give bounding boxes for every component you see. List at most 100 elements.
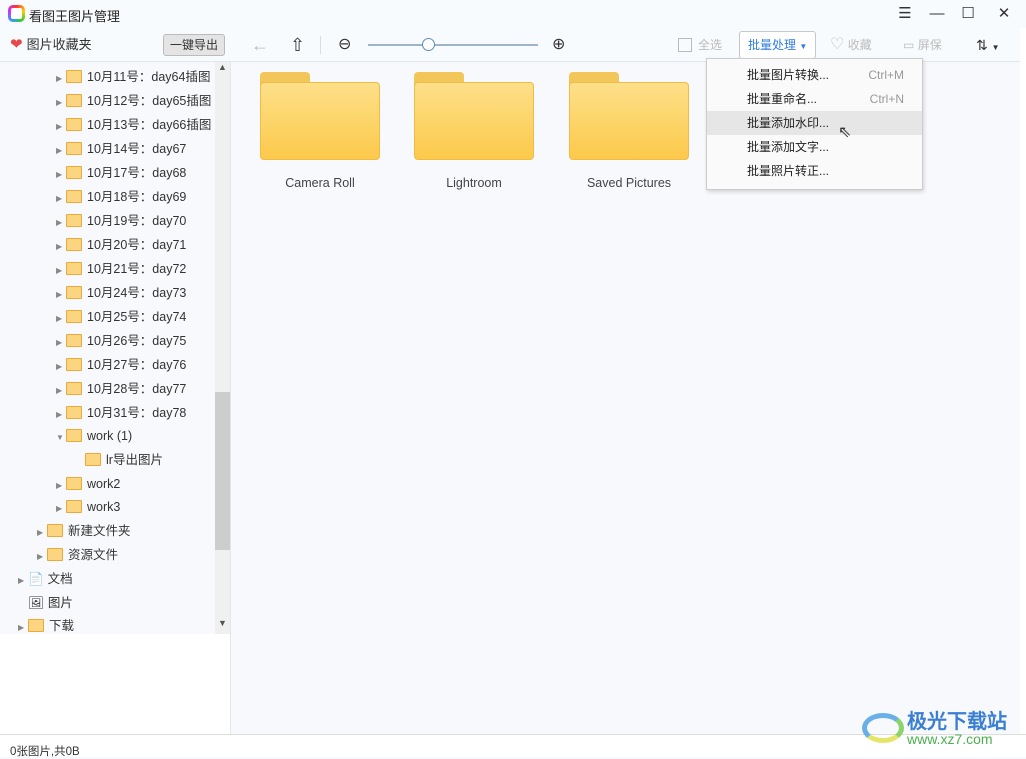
expand-arrow-icon[interactable]: ▶ [56, 140, 66, 162]
folder-icon [66, 406, 82, 419]
back-arrow-icon[interactable]: ← [251, 28, 269, 62]
expand-arrow-icon[interactable]: ▶ [37, 522, 47, 544]
favorites-button[interactable]: ❤ 图片收藏夹 [10, 28, 92, 62]
tree-node[interactable]: ▼ work (1) [56, 425, 132, 447]
tree-node[interactable]: ▶ 10月25号：day74 [56, 306, 186, 328]
menu-item[interactable]: 批量照片转正... [707, 159, 922, 183]
tree-node[interactable]: ▶ 10月11号：day64插图 [56, 66, 210, 88]
close-button[interactable]: ✕ [989, 2, 1019, 26]
tree-node-label: 10月31号：day78 [87, 406, 187, 420]
expand-arrow-icon[interactable]: ▶ [56, 332, 66, 354]
tree-node[interactable]: ▶ 10月18号：day69 [56, 186, 186, 208]
folder-tile[interactable]: Lightroom [412, 72, 536, 190]
tree-node[interactable]: ▶ 资源文件 [37, 544, 118, 566]
caret-down-icon: ▼ [991, 43, 1000, 52]
tree-node[interactable]: ▶ work3 [56, 496, 120, 518]
expand-arrow-icon[interactable]: ▶ [18, 617, 28, 634]
expand-arrow-icon[interactable]: ▶ [56, 284, 66, 306]
folder-icon [66, 382, 82, 395]
tree-node-label: 新建文件夹 [68, 524, 131, 539]
maximize-button[interactable]: ☐ [953, 2, 983, 26]
collect-label: 收藏 [847, 38, 872, 52]
select-all-label: 全选 [698, 38, 723, 52]
expand-arrow-icon[interactable]: ▶ [18, 570, 28, 592]
tree-node[interactable]: ▶ 10月14号：day67 [56, 138, 186, 160]
tree-node[interactable]: ▶ 10月21号：day72 [56, 258, 186, 280]
tree-node-label: 图片 [47, 595, 73, 610]
tree-node[interactable]: ▶ 10月24号：day73 [56, 282, 186, 304]
tree-node[interactable]: ▶ 10月17号：day68 [56, 162, 186, 184]
menu-item[interactable]: 批量添加水印... [707, 111, 922, 135]
collect-button[interactable]: ♡ 收藏 [830, 28, 872, 62]
zoom-slider[interactable] [368, 44, 538, 46]
tree-node[interactable]: ▶ 10月12号：day65插图 [56, 90, 211, 112]
up-arrow-icon[interactable]: ⇧ [290, 28, 305, 62]
expand-arrow-icon[interactable]: ▶ [56, 475, 66, 497]
expand-arrow-icon[interactable]: ▶ [56, 164, 66, 186]
expand-arrow-icon[interactable]: ▶ [56, 116, 66, 138]
monitor-icon: ▭ [903, 38, 915, 52]
sidebar-scrollbar[interactable]: ▲ ▼ [215, 62, 230, 634]
expand-arrow-icon[interactable]: ▶ [56, 212, 66, 234]
zoom-out-icon[interactable]: ⊖ [338, 28, 351, 62]
menu-icon[interactable]: ☰ [890, 2, 920, 26]
menu-item[interactable]: 批量添加文字... [707, 135, 922, 159]
window-edge [1020, 28, 1026, 734]
tree-node[interactable]: ▶ 新建文件夹 [37, 520, 131, 542]
tree-node[interactable]: ▶ 10月19号：day70 [56, 210, 186, 232]
scroll-down-icon[interactable]: ▼ [215, 618, 230, 628]
folder-tile[interactable]: Camera Roll [258, 72, 382, 190]
tree-node-label: 资源文件 [68, 548, 119, 562]
picture-icon: 🖼 [28, 595, 44, 610]
zoom-in-icon[interactable]: ⊕ [552, 28, 565, 62]
expand-arrow-icon[interactable]: ▶ [56, 260, 66, 282]
expand-arrow-icon[interactable]: ▶ [56, 498, 66, 520]
tree-node[interactable]: ▶ 10月26号：day75 [56, 330, 186, 352]
favorites-label: 图片收藏夹 [26, 37, 92, 52]
folder-label: Lightroom [446, 176, 502, 190]
expand-arrow-icon[interactable]: ▶ [56, 356, 66, 378]
menu-item[interactable]: 批量重命名... Ctrl+N [707, 87, 922, 111]
sidebar: ▶ 10月11号：day64插图 ▶ 10月12号：day65插图 ▶ 10月13号：da… [0, 62, 231, 734]
tree-node[interactable]: ▶ 10月27号：day76 [56, 354, 186, 376]
expand-arrow-icon[interactable]: ▶ [37, 546, 47, 568]
tree-node[interactable]: 🖼 图片 [18, 592, 73, 614]
title-bar: 看图王图片管理 ☰ — ☐ ✕ [0, 0, 1026, 28]
sort-button[interactable]: ⇅ ▼ [976, 28, 1000, 62]
scroll-up-icon[interactable]: ▲ [215, 62, 230, 72]
swirl-logo-icon [862, 713, 904, 743]
collapse-arrow-icon[interactable]: ▼ [56, 427, 66, 449]
tree-node[interactable]: lr导出图片 [75, 449, 163, 471]
export-button[interactable]: 一键导出 [163, 34, 226, 56]
tree-node[interactable]: ▶ 下载 [18, 615, 74, 634]
tree-node[interactable]: ▶ 10月28号：day77 [56, 378, 186, 400]
tree-node-label: work2 [87, 476, 121, 491]
tree-node[interactable]: ▶ 📄 文档 [18, 568, 73, 590]
zoom-slider-thumb[interactable] [421, 38, 435, 51]
expand-arrow-icon[interactable]: ▶ [56, 236, 66, 258]
select-all-checkbox[interactable]: 全选 [678, 28, 722, 62]
folder-tile[interactable]: Saved Pictures [567, 72, 691, 190]
expand-arrow-icon[interactable]: ▶ [56, 188, 66, 210]
minimize-button[interactable]: — [922, 2, 952, 26]
folder-icon [66, 142, 82, 155]
batch-process-menu: 批量图片转换... Ctrl+M 批量重命名... Ctrl+N 批量添加水印... 批量… [706, 58, 923, 190]
heart-outline-icon: ♡ [830, 36, 845, 53]
menu-item[interactable]: 批量图片转换... Ctrl+M [707, 63, 922, 87]
tree-node[interactable]: ▶ 10月13号：day66插图 [56, 114, 211, 136]
expand-arrow-icon[interactable]: ▶ [56, 92, 66, 114]
tree-node[interactable]: ▶ work2 [56, 473, 120, 495]
expand-arrow-icon[interactable]: ▶ [56, 68, 66, 90]
expand-arrow-icon[interactable]: ▶ [56, 404, 66, 426]
screensaver-button[interactable]: ▭ 屏保 [903, 28, 942, 62]
menu-item-label: 批量添加文字... [747, 140, 830, 154]
scrollbar-thumb[interactable] [215, 392, 230, 550]
tree-node[interactable]: ▶ 10月20号：day71 [56, 234, 186, 256]
expand-arrow-icon[interactable]: ▶ [56, 308, 66, 330]
folder-icon [66, 358, 82, 371]
folder-icon [66, 214, 82, 227]
batch-process-button[interactable]: 批量处理 ▼ [739, 31, 817, 59]
tree-node[interactable]: ▶ 10月31号：day78 [56, 402, 186, 424]
expand-arrow-icon[interactable]: ▶ [56, 380, 66, 402]
tree-node-label: work3 [87, 500, 121, 515]
